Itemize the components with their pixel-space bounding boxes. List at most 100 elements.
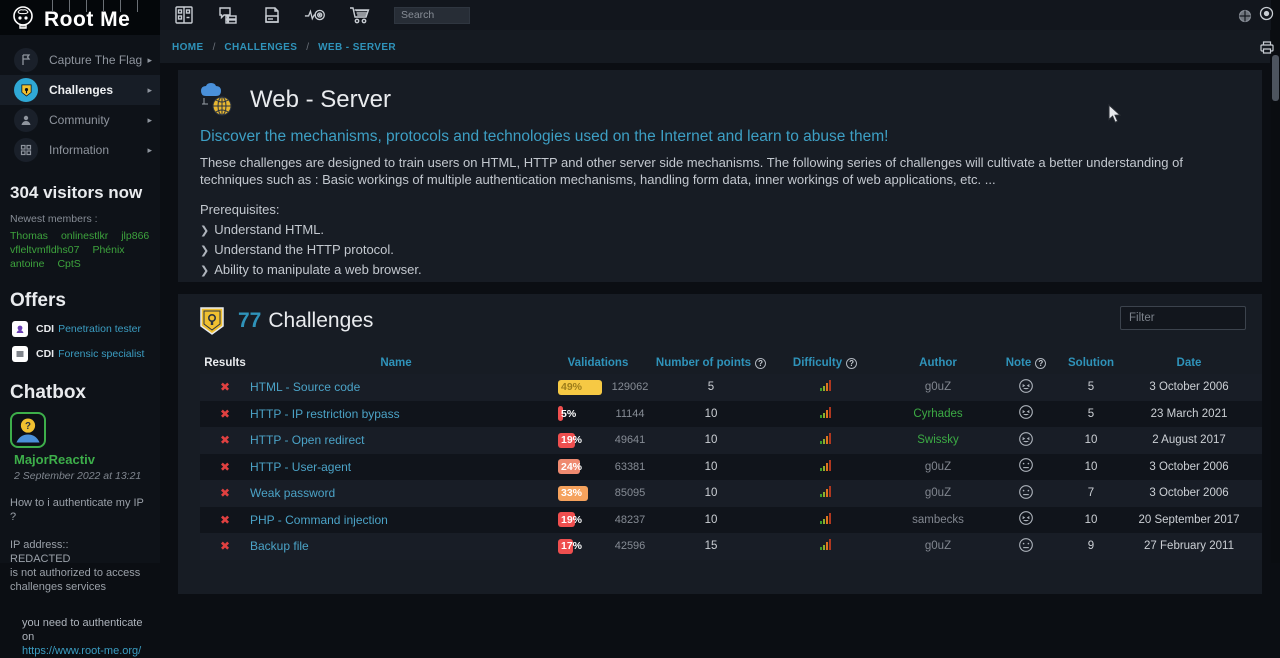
validations-cell: 24% 63381 (542, 459, 654, 474)
column-points[interactable]: Number of points? (654, 357, 768, 369)
sidebar-item-information[interactable]: Information ▸ (0, 135, 160, 165)
column-solution[interactable]: Solution (1058, 357, 1124, 369)
author-link[interactable]: Swissky (917, 434, 959, 446)
column-date[interactable]: Date (1124, 357, 1254, 369)
challenge-link[interactable]: HTTP - IP restriction bypass (250, 407, 400, 421)
not-validated-icon[interactable]: ✖ (200, 407, 250, 421)
solution-cell[interactable]: 10 (1058, 461, 1124, 473)
note-cell (994, 457, 1058, 476)
author-link[interactable]: sambecks (912, 514, 964, 526)
svg-text:?: ? (25, 421, 31, 432)
difficulty-bars-icon (820, 380, 831, 391)
not-validated-icon[interactable]: ✖ (200, 486, 250, 500)
member-link[interactable]: Phénix (92, 244, 124, 256)
logo[interactable]: Root Me (0, 0, 160, 35)
validation-percentage-badge: 5% (558, 406, 606, 421)
chat-timestamp: 2 September 2022 at 13:21 (0, 467, 160, 482)
author-link[interactable]: Cyrhades (913, 408, 962, 420)
author-cell: g0uZ (882, 381, 994, 393)
difficulty-cell (768, 407, 882, 421)
challenge-link[interactable]: HTTP - User-agent (250, 460, 351, 474)
not-validated-icon[interactable]: ✖ (200, 380, 250, 394)
validations-cell: 5% 11144 (542, 406, 654, 421)
difficulty-cell (768, 539, 882, 553)
filter-input[interactable] (1120, 306, 1246, 330)
breadcrumb-home[interactable]: HOME (172, 42, 204, 53)
avatar[interactable]: ? (10, 412, 46, 448)
points-cell: 10 (654, 514, 768, 526)
table-row: ✖ HTML - Source code 49% 129062 5 g0uZ (200, 374, 1262, 401)
column-validations[interactable]: Validations (542, 357, 654, 369)
note-cell (994, 404, 1058, 423)
note-cell (994, 510, 1058, 529)
author-link[interactable]: g0uZ (925, 381, 951, 393)
member-link[interactable]: onlinestlkr (61, 230, 108, 242)
breadcrumb: HOME / CHALLENGES / WEB - SERVER (172, 42, 396, 53)
docs-icon[interactable] (260, 3, 284, 27)
scrollbar[interactable] (1271, 0, 1280, 563)
offer-link[interactable]: Penetration tester (58, 323, 141, 335)
challenge-link[interactable]: HTML - Source code (250, 380, 360, 394)
challenge-link[interactable]: HTTP - Open redirect (250, 433, 364, 447)
solution-cell[interactable]: 7 (1058, 487, 1124, 499)
printer-icon[interactable] (1259, 40, 1275, 60)
sidebar-item-community[interactable]: Community ▸ (0, 105, 160, 135)
challenge-name-cell: Backup file (250, 539, 542, 553)
breadcrumb-separator: / (213, 42, 216, 53)
help-icon[interactable]: ? (755, 358, 766, 369)
challenge-name-cell: HTML - Source code (250, 380, 542, 394)
solution-cell[interactable]: 10 (1058, 434, 1124, 446)
column-difficulty[interactable]: Difficulty? (768, 357, 882, 369)
challenge-link[interactable]: Backup file (250, 539, 309, 553)
date-cell: 3 October 2006 (1124, 487, 1254, 499)
breadcrumb-current[interactable]: WEB - SERVER (318, 42, 396, 53)
chat-message-link[interactable]: https://www.root-me.org/ (22, 645, 141, 657)
ctf-target-icon[interactable] (304, 3, 328, 27)
dictionary-icon[interactable] (172, 3, 196, 27)
member-link[interactable]: jlp866 (121, 230, 149, 242)
solution-cell[interactable]: 5 (1058, 408, 1124, 420)
table-row: ✖ HTTP - User-agent 24% 63381 10 g0uZ (200, 454, 1262, 481)
chat-network-icon[interactable] (216, 3, 240, 27)
solution-cell[interactable]: 5 (1058, 381, 1124, 393)
globe-language-icon[interactable] (1238, 9, 1252, 28)
author-link[interactable]: g0uZ (925, 461, 951, 473)
difficulty-bars-icon (820, 407, 831, 418)
column-results[interactable]: Results (200, 357, 250, 369)
scrollbar-thumb[interactable] (1272, 55, 1279, 101)
neutral-face-icon (1018, 484, 1034, 500)
challenge-link[interactable]: Weak password (250, 486, 335, 500)
member-link[interactable]: Thomas (10, 230, 48, 242)
challenge-badge-icon (14, 78, 38, 102)
member-link[interactable]: CptS (57, 258, 80, 270)
circle-dot-icon[interactable] (1259, 6, 1274, 26)
solution-cell[interactable]: 9 (1058, 540, 1124, 552)
help-icon[interactable]: ? (1035, 358, 1046, 369)
newest-members-list: Thomas onlinestlkr jlp866 vfleltvmfldhs0… (0, 225, 160, 270)
column-author[interactable]: Author (882, 357, 994, 369)
column-name[interactable]: Name (250, 357, 542, 369)
not-validated-icon[interactable]: ✖ (200, 513, 250, 527)
validation-percentage-label: 33% (561, 487, 582, 499)
sidebar-item-capture-the-flag[interactable]: Capture The Flag ▸ (0, 45, 160, 75)
not-validated-icon[interactable]: ✖ (200, 460, 250, 474)
chat-username[interactable]: MajorReactiv (0, 448, 160, 467)
member-link[interactable]: antoine (10, 258, 44, 270)
search-input[interactable] (394, 7, 470, 24)
offer-link[interactable]: Forensic specialist (58, 348, 144, 360)
author-link[interactable]: g0uZ (925, 487, 951, 499)
member-link[interactable]: vfleltvmfldhs07 (10, 244, 79, 256)
column-note[interactable]: Note? (994, 357, 1058, 369)
points-cell: 5 (654, 381, 768, 393)
sidebar: Root Me Capture The Flag ▸ Challenges ▸ … (0, 0, 160, 563)
author-link[interactable]: g0uZ (925, 540, 951, 552)
breadcrumb-challenges[interactable]: CHALLENGES (224, 42, 297, 53)
sidebar-item-challenges[interactable]: Challenges ▸ (0, 75, 160, 105)
not-validated-icon[interactable]: ✖ (200, 539, 250, 553)
challenge-link[interactable]: PHP - Command injection (250, 513, 388, 527)
shop-cart-icon[interactable] (348, 3, 372, 27)
validation-percentage-badge: 19% (558, 433, 606, 448)
solution-cell[interactable]: 10 (1058, 514, 1124, 526)
not-validated-icon[interactable]: ✖ (200, 433, 250, 447)
help-icon[interactable]: ? (846, 358, 857, 369)
